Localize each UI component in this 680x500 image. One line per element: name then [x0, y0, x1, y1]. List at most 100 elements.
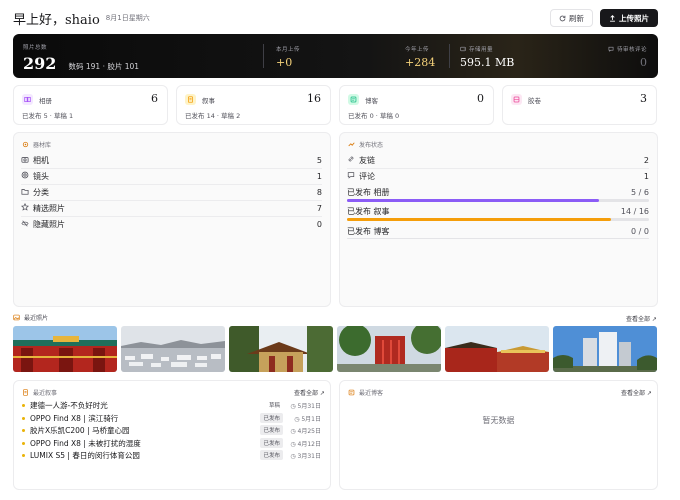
gear-icon	[22, 141, 29, 148]
month-uploads: 本月上传 +0	[276, 45, 300, 69]
stat-card-meta: 已发布 14 · 草稿 2	[185, 112, 241, 120]
panel-title: 器材库	[33, 142, 52, 149]
month-uploads-label: 本月上传	[276, 47, 301, 53]
progress-value: 0 / 0	[631, 226, 649, 236]
progress-bar	[347, 218, 649, 221]
publish-row-links[interactable]: 友链 2	[347, 152, 649, 168]
summary-banner: 照片总数 292 数码 191 · 胶片 101 本月上传 +0 今年上传 +2…	[13, 34, 658, 78]
upload-photo-button[interactable]: 上传照片	[600, 9, 658, 27]
story-icon	[23, 389, 28, 396]
story-icon	[185, 94, 196, 105]
story-date: ◷ 5月31日	[290, 402, 321, 410]
story-list-item[interactable]: 胶片X乐凯C200 | 马桥童心园 已发布 ◷ 4月25日	[22, 424, 321, 436]
status-badge: 已发布	[260, 413, 283, 423]
panel-title: 发布状态	[359, 142, 384, 149]
header: 早上好，shaio 8月1日星期六 刷新 上传照片	[13, 8, 658, 28]
library-row-lenses[interactable]: 镜头 1	[21, 168, 322, 184]
stat-card-film[interactable]: 胶卷 3	[502, 85, 657, 125]
progress-albums: 已发布 相册 5 / 6	[347, 184, 649, 200]
dashboard-page: 早上好，shaio 8月1日星期六 刷新 上传照片 照片总数 292 数码 19…	[0, 0, 680, 500]
pending-comments[interactable]: 待审核评论 0	[591, 45, 647, 69]
divider	[449, 44, 450, 68]
story-list-item[interactable]: OPPO Find X8 | 滨江骑行 已发布 ◷ 5月1日	[22, 412, 321, 424]
stat-card-value: 0	[477, 92, 484, 105]
folder-icon	[21, 188, 33, 197]
see-all-photos-link[interactable]: 查看全部 ↗	[626, 314, 657, 323]
row-label: 镜头	[33, 171, 49, 181]
story-title: OPPO Find X8 | 滨江骑行	[30, 413, 119, 423]
recent-blogs-panel: 最近博客 查看全部 ↗ 暂无数据	[339, 380, 658, 490]
storage-label: 存储用量	[469, 47, 494, 53]
story-list-item[interactable]: LUMIX S5 | 春日的闵行体育公园 已发布 ◷ 3月31日	[22, 449, 321, 461]
row-label: 隐藏照片	[33, 219, 65, 229]
storage-value: 595.1 MB	[460, 56, 515, 69]
header-actions: 刷新 上传照片	[550, 9, 658, 27]
library-row-hidden[interactable]: 隐藏照片 0	[21, 216, 322, 232]
row-value: 1	[316, 171, 322, 181]
stat-card-blogs[interactable]: 博客 0 已发布 0 · 草稿 0	[339, 85, 494, 125]
photo-thumbnail[interactable]	[13, 326, 117, 372]
photo-thumbnail[interactable]	[337, 326, 441, 372]
row-value: 8	[316, 187, 322, 197]
status-badge: 已发布	[260, 450, 283, 460]
progress-bar	[347, 238, 649, 239]
star-icon	[20, 202, 33, 213]
pending-comments-label: 待审核评论	[616, 47, 647, 53]
row-value: 2	[643, 155, 649, 165]
row-value: 7	[316, 203, 322, 213]
story-date: ◷ 4月12日	[290, 440, 321, 448]
year-uploads-label: 今年上传	[405, 47, 430, 53]
trend-icon	[348, 142, 355, 147]
stat-card-label: 胶卷	[528, 97, 541, 105]
row-label: 分类	[33, 187, 49, 197]
stat-card-albums[interactable]: 相册 6 已发布 5 · 草稿 1	[13, 85, 168, 125]
comment-icon	[347, 171, 359, 181]
row-label: 评论	[359, 171, 375, 181]
total-photos-breakdown: 数码 191 · 胶片 101	[68, 62, 140, 71]
stat-card-label: 相册	[39, 97, 52, 105]
progress-label: 已发布 博客	[347, 226, 390, 236]
total-photos: 照片总数 292 数码 191 · 胶片 101	[23, 43, 139, 73]
row-value: 1	[643, 171, 649, 181]
row-value: 0	[316, 219, 322, 229]
photo-thumbnail[interactable]	[445, 326, 549, 372]
recent-photos-header: 最近照片	[13, 313, 48, 322]
story-date: ◷ 4月25日	[290, 427, 321, 435]
stat-card-meta: 已发布 5 · 草稿 1	[22, 112, 74, 120]
divider	[263, 44, 264, 68]
photo-thumbnail[interactable]	[553, 326, 657, 372]
month-uploads-value: +0	[276, 56, 293, 69]
progress-bar	[347, 199, 649, 202]
progress-label: 已发布 相册	[347, 187, 390, 197]
publish-row-comments[interactable]: 评论 1	[347, 168, 649, 184]
blog-icon	[348, 94, 359, 105]
photo-thumbnail[interactable]	[121, 326, 225, 372]
blog-icon	[348, 389, 355, 396]
photo-thumbnail[interactable]	[229, 326, 333, 372]
see-all-blogs-link[interactable]: 查看全部 ↗	[621, 388, 652, 397]
story-title: OPPO Find X8 | 未被打扰的湿度	[30, 438, 141, 448]
eye-off-icon	[21, 220, 33, 229]
library-row-cameras[interactable]: 相机 5	[21, 152, 322, 168]
row-label: 相机	[33, 155, 49, 165]
progress-bar-fill	[347, 218, 612, 221]
refresh-button[interactable]: 刷新	[550, 9, 593, 27]
empty-state: 暂无数据	[482, 416, 515, 425]
refresh-icon	[559, 15, 566, 21]
library-row-categories[interactable]: 分类 8	[21, 184, 322, 200]
library-row-featured[interactable]: 精选照片 7	[20, 200, 322, 216]
storage-icon	[460, 46, 466, 52]
stat-card-label: 博客	[365, 97, 378, 105]
refresh-label: 刷新	[569, 13, 584, 23]
story-title: LUMIX S5 | 春日的闵行体育公园	[30, 450, 140, 460]
stat-card-stories[interactable]: 叙事 16 已发布 14 · 草稿 2	[176, 85, 331, 125]
story-list-item[interactable]: 建德一人游-不负好时光 草稿 ◷ 5月31日	[22, 399, 321, 411]
row-label: 精选照片	[33, 203, 65, 213]
status-badge: 草稿	[268, 403, 280, 409]
status-badge: 已发布	[260, 438, 283, 448]
story-list-item[interactable]: OPPO Find X8 | 未被打扰的湿度 已发布 ◷ 4月12日	[22, 437, 321, 449]
film-icon	[511, 94, 522, 105]
progress-value: 5 / 6	[631, 187, 649, 197]
see-all-stories-link[interactable]: 查看全部 ↗	[294, 388, 325, 397]
greeting: 早上好，shaio	[13, 12, 100, 28]
